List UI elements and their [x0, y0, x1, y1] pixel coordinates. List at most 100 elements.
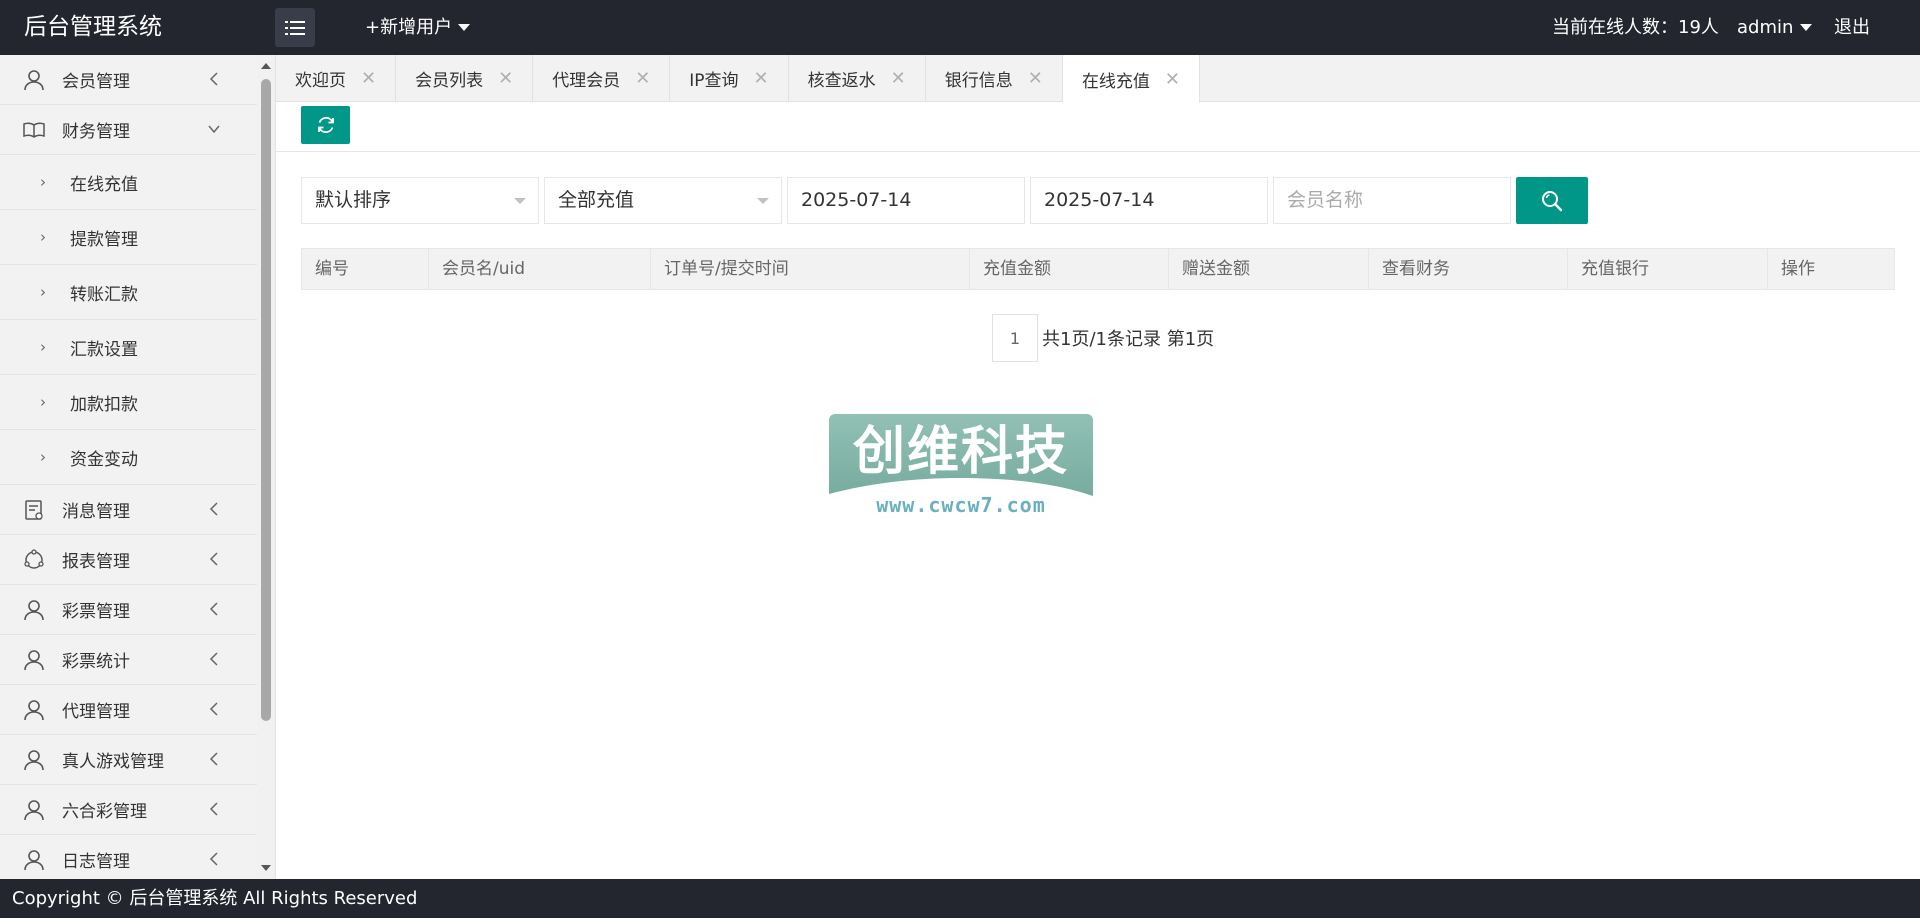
chevron-right-icon: ›	[40, 283, 46, 301]
watermark-logo: 创维科技 www.cwcw7.com	[829, 414, 1093, 522]
sidebar-subitem-fund-changes[interactable]: › 资金变动	[0, 430, 257, 485]
tab-bar: 欢迎页 ✕ 会员列表 ✕ 代理会员 ✕ IP查询 ✕ 核查返水 ✕ 银行信息 ✕ 在线充值 ✕	[276, 55, 1920, 103]
user-icon	[23, 599, 45, 621]
add-user-label: +新增用户	[365, 17, 453, 38]
sidebar: 会员管理 财务管理 › 在线充值 › 提款管理 › 转账汇款 › 汇款设置 › …	[0, 55, 257, 879]
tab-rebate-check[interactable]: 核查返水 ✕	[789, 55, 926, 102]
sidebar-item-label: 报表管理	[62, 552, 130, 572]
column-header-view-finance: 查看财务	[1369, 249, 1568, 289]
sidebar-item-label: 彩票统计	[62, 652, 130, 672]
report-icon	[23, 549, 45, 571]
user-icon	[23, 699, 45, 721]
chevron-left-icon	[208, 71, 220, 86]
sidebar-subitem-online-recharge[interactable]: › 在线充值	[0, 155, 257, 210]
tab-member-list[interactable]: 会员列表 ✕	[396, 55, 534, 102]
tab-label: 欢迎页	[295, 71, 346, 91]
online-users-count: 当前在线人数：19人	[1552, 17, 1719, 38]
close-icon[interactable]: ✕	[754, 68, 769, 89]
sidebar-item-agents[interactable]: 代理管理	[0, 685, 257, 735]
sidebar-item-lottery[interactable]: 彩票管理	[0, 585, 257, 635]
sidebar-subitem-label: 转账汇款	[70, 284, 138, 305]
sidebar-item-members[interactable]: 会员管理	[0, 55, 257, 105]
column-header-bonus: 赠送金额	[1169, 249, 1369, 289]
close-icon[interactable]: ✕	[891, 68, 906, 89]
close-icon[interactable]: ✕	[498, 68, 513, 89]
sort-select[interactable]: 默认排序	[301, 177, 539, 224]
recharge-table-header: 编号 会员名/uid 订单号/提交时间 充值金额 赠送金额 查看财务 充值银行 …	[301, 248, 1895, 290]
user-icon	[23, 649, 45, 671]
sidebar-subitem-withdrawals[interactable]: › 提款管理	[0, 210, 257, 265]
dropdown-arrow-icon	[514, 198, 526, 204]
tab-agent-members[interactable]: 代理会员 ✕	[533, 55, 671, 102]
scroll-up-icon[interactable]	[261, 63, 271, 69]
tab-bank-info[interactable]: 银行信息 ✕	[926, 55, 1063, 102]
app-logo: 后台管理系统	[24, 14, 162, 40]
refresh-button[interactable]	[301, 106, 350, 144]
caret-down-icon	[1800, 24, 1813, 31]
search-button[interactable]	[1516, 177, 1588, 224]
tab-online-recharge[interactable]: 在线充值 ✕	[1062, 55, 1200, 103]
close-icon[interactable]: ✕	[1165, 69, 1180, 90]
tab-welcome[interactable]: 欢迎页 ✕	[276, 55, 397, 102]
sidebar-item-label: 会员管理	[62, 72, 130, 92]
message-icon	[23, 499, 45, 521]
column-header-amount: 充值金额	[970, 249, 1169, 289]
sidebar-item-live-games[interactable]: 真人游戏管理	[0, 735, 257, 785]
close-icon[interactable]: ✕	[1028, 68, 1043, 89]
admin-label: admin	[1737, 17, 1794, 38]
sidebar-subitem-remittance-settings[interactable]: › 汇款设置	[0, 320, 257, 375]
top-header: 后台管理系统 +新增用户 当前在线人数：19人 admin 退出	[0, 0, 1920, 55]
close-icon[interactable]: ✕	[361, 68, 376, 89]
column-header-actions: 操作	[1781, 259, 1815, 279]
member-name-input[interactable]: 会员名称	[1273, 177, 1511, 224]
pagination: 1 共1页/1条记录 第1页	[992, 314, 1214, 362]
sidebar-item-messages[interactable]: 消息管理	[0, 485, 257, 535]
toolbar	[276, 102, 1920, 152]
tab-label: 在线充值	[1081, 71, 1150, 92]
column-header-member: 会员名/uid	[429, 249, 651, 289]
chevron-right-icon: ›	[40, 393, 46, 411]
sidebar-item-reports[interactable]: 报表管理	[0, 535, 257, 585]
menu-toggle-button[interactable]	[275, 8, 315, 47]
caret-down-icon	[458, 24, 471, 31]
add-user-menu[interactable]: +新增用户	[365, 0, 471, 55]
admin-menu[interactable]: admin	[1737, 0, 1813, 55]
user-icon	[23, 799, 45, 821]
start-date-input[interactable]: 2025-07-14	[787, 177, 1025, 224]
watermark-logo-graphic: 创维科技 www.cwcw7.com	[829, 414, 1093, 517]
sidebar-scrollbar[interactable]	[257, 55, 275, 879]
sidebar-divider	[275, 55, 276, 879]
sidebar-subitem-label: 加款扣款	[70, 394, 138, 415]
tab-ip-query[interactable]: IP查询 ✕	[670, 55, 789, 102]
chevron-left-icon	[208, 751, 220, 766]
watermark-title: 创维科技	[852, 422, 1069, 482]
sidebar-subitem-label: 资金变动	[70, 449, 138, 470]
sidebar-subitem-transfers[interactable]: › 转账汇款	[0, 265, 257, 320]
page-info: 共1页/1条记录 第1页	[1042, 329, 1215, 350]
column-header-order: 订单号/提交时间	[651, 249, 970, 289]
end-date-input[interactable]: 2025-07-14	[1030, 177, 1268, 224]
sidebar-item-logs[interactable]: 日志管理	[0, 835, 257, 879]
sidebar-item-finance[interactable]: 财务管理	[0, 105, 257, 155]
close-icon[interactable]: ✕	[635, 68, 650, 89]
logout-link[interactable]: 退出	[1834, 0, 1870, 55]
tab-label: 代理会员	[552, 71, 621, 91]
sidebar-item-lottery-stats[interactable]: 彩票统计	[0, 635, 257, 685]
refresh-icon	[317, 116, 334, 134]
scrollbar-thumb[interactable]	[261, 79, 271, 721]
user-icon	[23, 69, 45, 91]
chevron-left-icon	[208, 851, 220, 866]
dropdown-arrow-icon	[757, 198, 769, 204]
scroll-down-icon[interactable]	[261, 865, 271, 871]
page-number-button[interactable]: 1	[992, 314, 1038, 362]
chevron-right-icon: ›	[40, 173, 46, 191]
hamburger-icon	[285, 20, 305, 35]
sidebar-item-mark-six[interactable]: 六合彩管理	[0, 785, 257, 835]
tab-label: 核查返水	[807, 71, 876, 91]
column-header-id: 编号	[302, 249, 429, 289]
sort-select-value: 默认排序	[315, 189, 392, 211]
chevron-left-icon	[208, 651, 220, 666]
chevron-left-icon	[208, 801, 220, 816]
sidebar-subitem-balance-adjust[interactable]: › 加款扣款	[0, 375, 257, 430]
recharge-type-select[interactable]: 全部充值	[544, 177, 782, 224]
